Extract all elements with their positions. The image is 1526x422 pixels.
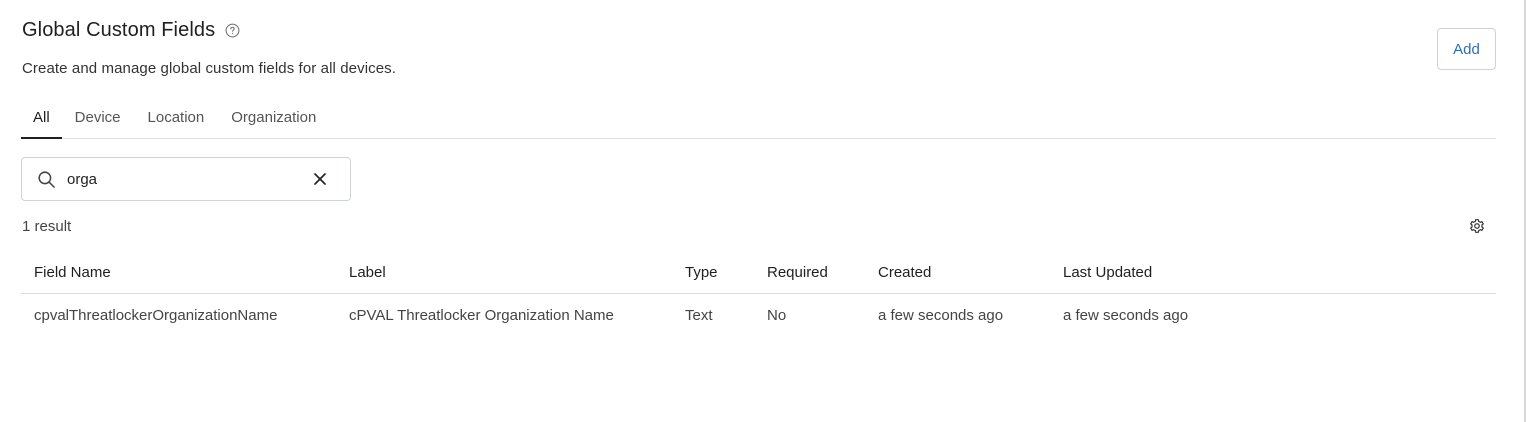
column-header-type[interactable]: Type	[685, 264, 718, 281]
cell-field-name: cpvalThreatlockerOrganizationName	[34, 307, 278, 324]
column-header-field-name[interactable]: Field Name	[34, 264, 111, 281]
tab-organization[interactable]: Organization	[231, 100, 316, 139]
custom-fields-table: Field Name Label Type Required Created L…	[21, 252, 1496, 337]
close-icon[interactable]	[313, 172, 327, 186]
column-header-required[interactable]: Required	[767, 264, 828, 281]
page: Global Custom Fields Create and manage g…	[0, 0, 1526, 422]
page-title: Global Custom Fields	[22, 19, 216, 41]
cell-label: cPVAL Threatlocker Organization Name	[349, 307, 614, 324]
tab-device[interactable]: Device	[75, 100, 121, 139]
page-subtitle: Create and manage global custom fields f…	[22, 60, 397, 77]
column-header-created[interactable]: Created	[878, 264, 931, 281]
gear-icon[interactable]	[1469, 218, 1485, 234]
page-header: Global Custom Fields	[22, 19, 240, 42]
search-icon	[37, 170, 56, 189]
cell-required: No	[767, 307, 787, 324]
question-circle-icon[interactable]	[225, 23, 240, 38]
search-input[interactable]	[67, 170, 307, 188]
result-count: 1 result	[22, 218, 72, 235]
cell-created: a few seconds ago	[878, 307, 1004, 324]
search-field	[21, 157, 351, 201]
add-button[interactable]: Add	[1437, 28, 1496, 70]
tab-location[interactable]: Location	[148, 100, 205, 139]
tab-all[interactable]: All	[21, 100, 62, 139]
table-row[interactable]: cpvalThreatlockerOrganizationName cPVAL …	[21, 294, 1496, 337]
cell-type: Text	[685, 307, 713, 324]
tab-bar: All Device Location Organization	[21, 100, 1496, 139]
column-header-label[interactable]: Label	[349, 264, 386, 281]
cell-last-updated: a few seconds ago	[1063, 307, 1189, 324]
table-header-row: Field Name Label Type Required Created L…	[21, 252, 1496, 294]
column-header-last-updated[interactable]: Last Updated	[1063, 264, 1152, 281]
